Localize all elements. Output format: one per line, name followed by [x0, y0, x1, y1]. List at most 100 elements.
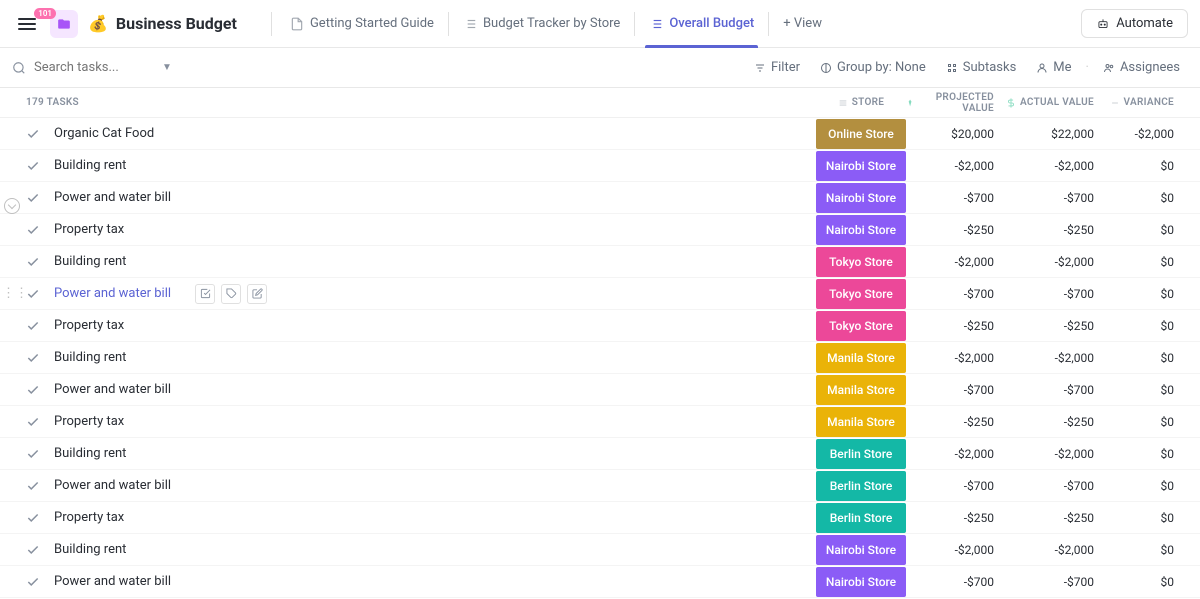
- col-header-variance[interactable]: VARIANCE: [1106, 97, 1186, 108]
- check-icon[interactable]: [26, 383, 40, 397]
- table-row[interactable]: Building rent Nairobi Store -$2,000 -$2,…: [0, 150, 1200, 182]
- store-tag[interactable]: Nairobi Store: [816, 567, 906, 597]
- store-tag[interactable]: Nairobi Store: [816, 183, 906, 213]
- col-header-store[interactable]: STORE: [816, 97, 906, 108]
- check-icon[interactable]: [26, 223, 40, 237]
- table-row[interactable]: Power and water bill Berlin Store -$700 …: [0, 470, 1200, 502]
- actual-value: -$700: [1006, 287, 1106, 301]
- col-header-projected[interactable]: PROJECTED VALUE: [906, 92, 1006, 114]
- store-tag[interactable]: Online Store: [816, 119, 906, 149]
- assignees-button[interactable]: Assignees: [1095, 56, 1188, 79]
- table-row[interactable]: Organic Cat Food Online Store $20,000 $2…: [0, 118, 1200, 150]
- variance-value: $0: [1106, 159, 1186, 173]
- check-icon[interactable]: [26, 287, 40, 301]
- store-tag[interactable]: Manila Store: [816, 407, 906, 437]
- subtask-icon[interactable]: [195, 284, 215, 304]
- check-icon[interactable]: [26, 447, 40, 461]
- store-tag[interactable]: Manila Store: [816, 375, 906, 405]
- group-icon: [820, 62, 832, 74]
- edit-icon[interactable]: [247, 284, 267, 304]
- check-icon[interactable]: [26, 351, 40, 365]
- tab-label: Overall Budget: [669, 16, 754, 31]
- task-name: Power and water bill: [54, 574, 171, 589]
- col-header-actual[interactable]: ACTUAL VALUE: [1006, 97, 1106, 108]
- check-icon[interactable]: [26, 575, 40, 589]
- check-icon[interactable]: [26, 319, 40, 333]
- tab-overall-budget[interactable]: Overall Budget: [645, 0, 758, 48]
- task-name: Power and water bill: [54, 286, 171, 301]
- store-tag[interactable]: Berlin Store: [816, 503, 906, 533]
- list-icon: [463, 17, 477, 31]
- variance-value: $0: [1106, 383, 1186, 397]
- projected-value: -$250: [906, 223, 1006, 237]
- actual-value: -$700: [1006, 575, 1106, 589]
- search-box[interactable]: ▼: [12, 60, 182, 75]
- task-name: Building rent: [54, 542, 126, 557]
- store-tag[interactable]: Tokyo Store: [816, 311, 906, 341]
- projected-value: -$700: [906, 191, 1006, 205]
- add-view-button[interactable]: + View: [779, 0, 826, 48]
- table-row[interactable]: Building rent Tokyo Store -$2,000 -$2,00…: [0, 246, 1200, 278]
- filter-button[interactable]: Filter: [746, 56, 808, 79]
- table-row[interactable]: Power and water bill Nairobi Store -$700…: [0, 566, 1200, 598]
- projected-value: -$700: [906, 287, 1006, 301]
- check-icon[interactable]: [26, 543, 40, 557]
- table-row[interactable]: ⋮⋮ Power and water bill Tokyo Store -$70…: [0, 278, 1200, 310]
- table-row[interactable]: Property tax Manila Store -$250 -$250 $0: [0, 406, 1200, 438]
- page-title[interactable]: Business Budget: [116, 14, 237, 33]
- variance-value: $0: [1106, 255, 1186, 269]
- title-emoji: 💰: [88, 14, 108, 33]
- projected-value: $20,000: [906, 127, 1006, 141]
- variance-value: $0: [1106, 511, 1186, 525]
- check-icon[interactable]: [26, 127, 40, 141]
- drag-handle-icon[interactable]: ⋮⋮: [2, 286, 28, 301]
- actual-value: -$250: [1006, 511, 1106, 525]
- projected-value: -$250: [906, 415, 1006, 429]
- automate-button[interactable]: Automate: [1081, 9, 1188, 38]
- store-tag[interactable]: Berlin Store: [816, 471, 906, 501]
- store-tag[interactable]: Tokyo Store: [816, 247, 906, 277]
- tab-getting-started[interactable]: Getting Started Guide: [286, 0, 438, 48]
- robot-icon: [1096, 17, 1110, 31]
- table-header: 179 TASKS STORE PROJECTED VALUE ACTUAL V…: [0, 88, 1200, 118]
- tab-budget-tracker[interactable]: Budget Tracker by Store: [459, 0, 624, 48]
- store-tag[interactable]: Berlin Store: [816, 439, 906, 469]
- projected-value: -$2,000: [906, 159, 1006, 173]
- store-tag[interactable]: Tokyo Store: [816, 279, 906, 309]
- me-button[interactable]: Me: [1028, 56, 1079, 79]
- store-tag[interactable]: Manila Store: [816, 343, 906, 373]
- table-row[interactable]: Power and water bill Nairobi Store -$700…: [0, 182, 1200, 214]
- table-row[interactable]: Property tax Nairobi Store -$250 -$250 $…: [0, 214, 1200, 246]
- chevron-down-icon[interactable]: ▼: [162, 62, 172, 73]
- add-view-label: + View: [783, 16, 822, 31]
- variance-value: $0: [1106, 479, 1186, 493]
- table-row[interactable]: Property tax Tokyo Store -$250 -$250 $0: [0, 310, 1200, 342]
- check-icon[interactable]: [26, 415, 40, 429]
- tag-icon[interactable]: [221, 284, 241, 304]
- store-tag[interactable]: Nairobi Store: [816, 215, 906, 245]
- subtasks-button[interactable]: Subtasks: [938, 56, 1025, 79]
- actual-value: -$250: [1006, 415, 1106, 429]
- store-tag[interactable]: Nairobi Store: [816, 535, 906, 565]
- table-row[interactable]: Building rent Berlin Store -$2,000 -$2,0…: [0, 438, 1200, 470]
- check-icon[interactable]: [26, 191, 40, 205]
- task-name: Power and water bill: [54, 382, 171, 397]
- check-icon[interactable]: [26, 511, 40, 525]
- table-row[interactable]: Building rent Nairobi Store -$2,000 -$2,…: [0, 534, 1200, 566]
- projected-value: -$250: [906, 319, 1006, 333]
- notification-badge[interactable]: 101: [34, 8, 56, 19]
- actual-value: -$2,000: [1006, 255, 1106, 269]
- variance-value: $0: [1106, 543, 1186, 557]
- store-tag[interactable]: Nairobi Store: [816, 151, 906, 181]
- check-icon[interactable]: [26, 255, 40, 269]
- table-row[interactable]: Property tax Berlin Store -$250 -$250 $0: [0, 502, 1200, 534]
- check-icon[interactable]: [26, 479, 40, 493]
- search-input[interactable]: [34, 60, 154, 75]
- tab-label: Budget Tracker by Store: [483, 16, 620, 31]
- collapse-toggle[interactable]: [4, 198, 20, 214]
- check-icon[interactable]: [26, 159, 40, 173]
- table-row[interactable]: Building rent Manila Store -$2,000 -$2,0…: [0, 342, 1200, 374]
- group-by-button[interactable]: Group by: None: [812, 56, 934, 79]
- subtasks-icon: [946, 62, 958, 74]
- table-row[interactable]: Power and water bill Manila Store -$700 …: [0, 374, 1200, 406]
